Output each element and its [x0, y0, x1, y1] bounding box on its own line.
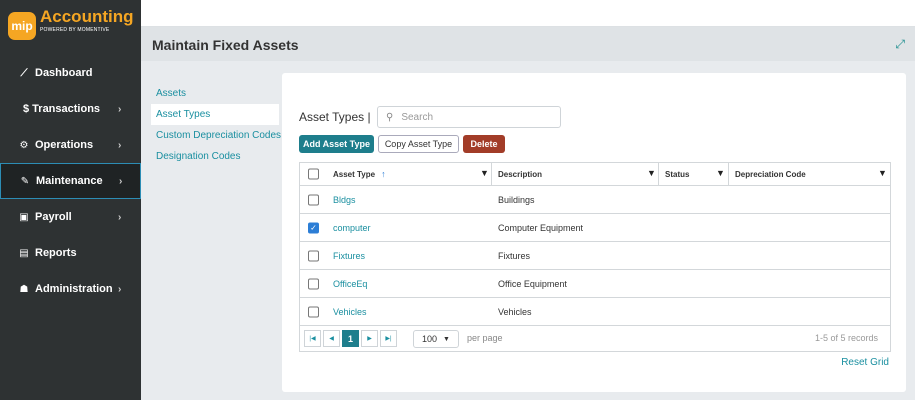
- description-cell: Buildings: [498, 194, 535, 205]
- sidebar-item-label: Reports: [35, 247, 77, 259]
- app-logo[interactable]: mip Accounting POWERED BY MOMENTIVE: [0, 0, 141, 55]
- records-count: 1-5 of 5 records: [814, 333, 878, 343]
- column-divider: [658, 163, 659, 185]
- table-row[interactable]: ✓ computer Computer Equipment: [300, 214, 890, 242]
- sidebar-item-dashboard[interactable]: ⟋ Dashboard: [0, 55, 141, 91]
- filter-icon[interactable]: ▼: [716, 168, 725, 178]
- table-row[interactable]: Bldgs Buildings: [300, 186, 890, 214]
- subnav-item-assets[interactable]: Assets: [151, 83, 279, 104]
- filter-icon[interactable]: ▼: [480, 168, 489, 178]
- asset-type-link[interactable]: computer: [333, 214, 371, 241]
- logo-badge: mip: [8, 12, 36, 40]
- add-asset-type-button[interactable]: Add Asset Type: [299, 135, 374, 153]
- table-row[interactable]: OfficeEq Office Equipment: [300, 270, 890, 298]
- chevron-right-icon: ›: [118, 211, 122, 223]
- subnav-item-designation-codes[interactable]: Designation Codes: [151, 146, 279, 167]
- filter-icon[interactable]: ▼: [647, 168, 656, 178]
- select-all-checkbox[interactable]: [308, 168, 319, 180]
- sidebar: mip Accounting POWERED BY MOMENTIVE ⟋ Das…: [0, 0, 141, 400]
- subnav-item-custom-depreciation-codes[interactable]: Custom Depreciation Codes: [151, 125, 281, 146]
- column-divider: [728, 163, 729, 185]
- report-icon: ▤: [19, 247, 29, 259]
- table-row[interactable]: Vehicles Vehicles: [300, 298, 890, 326]
- description-cell: Fixtures: [498, 250, 531, 261]
- row-checkbox[interactable]: [308, 306, 319, 317]
- asset-type-link[interactable]: OfficeEq: [333, 270, 367, 297]
- last-page-icon[interactable]: ▶|: [380, 330, 397, 347]
- row-checkbox[interactable]: [308, 194, 319, 205]
- logo-text: Accounting POWERED BY MOMENTIVE: [40, 7, 134, 34]
- chevron-right-icon: ›: [118, 283, 122, 295]
- description-cell: Office Equipment: [498, 278, 567, 289]
- prev-page-icon[interactable]: ◀: [323, 330, 340, 347]
- reset-grid-link[interactable]: Reset Grid: [841, 357, 889, 368]
- subnav: Assets Asset Types Custom Depreciation C…: [151, 83, 281, 167]
- description-cell: Vehicles: [498, 306, 532, 317]
- sidebar-item-label: $ Transactions: [23, 103, 101, 115]
- row-checkbox[interactable]: [308, 250, 319, 261]
- asset-type-link[interactable]: Vehicles: [333, 298, 367, 325]
- gears-icon: ⚙: [19, 139, 29, 151]
- section-title: Asset Types |: [299, 110, 371, 124]
- column-divider: [491, 163, 492, 185]
- main-card: Asset Types | ⚲ Add Asset Type Copy Asse…: [282, 73, 906, 392]
- page-size-value: 100: [422, 334, 438, 344]
- col-header-asset-type-label: Asset Type: [333, 169, 376, 179]
- delete-button[interactable]: Delete: [463, 135, 505, 153]
- subnav-item-asset-types[interactable]: Asset Types: [151, 104, 279, 125]
- sidebar-item-administration[interactable]: ☗ Administration ›: [0, 271, 141, 307]
- col-header-description[interactable]: Description: [498, 163, 542, 185]
- sidebar-item-label: Administration: [35, 283, 113, 295]
- first-page-icon[interactable]: |◀: [304, 330, 321, 347]
- sidebar-nav: ⟋ Dashboard $ Transactions › ⚙ Operations › ✎ Ma…: [0, 55, 141, 307]
- sidebar-item-label: Dashboard: [35, 67, 93, 79]
- search-icon: ⚲: [386, 111, 394, 123]
- next-page-icon[interactable]: ▶: [361, 330, 378, 347]
- page-title: Maintain Fixed Assets: [152, 37, 299, 53]
- chevron-right-icon: ›: [118, 103, 122, 115]
- table-row[interactable]: Fixtures Fixtures: [300, 242, 890, 270]
- wrench-icon: ✎: [20, 175, 30, 187]
- description-cell: Computer Equipment: [498, 222, 584, 233]
- pager: |◀ ◀ 1 ▶ ▶| 100 ▼ per page 1-5 of 5 reco…: [300, 326, 890, 351]
- sidebar-item-label: Operations: [35, 139, 94, 151]
- sidebar-item-maintenance[interactable]: ✎ Maintenance ›: [0, 163, 141, 199]
- row-checkbox[interactable]: [308, 278, 319, 289]
- col-header-depreciation-code[interactable]: Depreciation Code: [735, 163, 806, 185]
- asset-type-link[interactable]: Bldgs: [333, 186, 356, 213]
- sidebar-item-transactions[interactable]: $ Transactions ›: [0, 91, 141, 127]
- sort-ascending-icon[interactable]: ↑: [381, 169, 386, 179]
- sidebar-item-label: Payroll: [35, 211, 72, 223]
- col-header-asset-type[interactable]: Asset Type ↑: [333, 163, 386, 185]
- col-header-status[interactable]: Status: [665, 163, 689, 185]
- money-icon: ▣: [19, 211, 29, 223]
- page-size-select[interactable]: 100 ▼: [413, 330, 459, 348]
- logo-title: Accounting: [40, 7, 134, 26]
- search-input[interactable]: [401, 111, 552, 123]
- chevron-right-icon: ›: [119, 175, 123, 187]
- users-icon: ☗: [19, 283, 29, 295]
- grid-header: Asset Type ↑ ▼ Description ▼ Status ▼ De…: [300, 163, 890, 186]
- page-number-button[interactable]: 1: [342, 330, 359, 347]
- asset-type-link[interactable]: Fixtures: [333, 242, 365, 269]
- row-checkbox[interactable]: ✓: [308, 222, 319, 233]
- sidebar-item-reports[interactable]: ▤ Reports: [0, 235, 141, 271]
- filter-icon[interactable]: ▼: [878, 168, 887, 178]
- grid-body: Bldgs Buildings ✓ computer Computer Equipmen…: [300, 186, 890, 326]
- top-bar: [141, 0, 915, 27]
- copy-asset-type-button[interactable]: Copy Asset Type: [378, 135, 459, 153]
- per-page-label: per page: [467, 333, 503, 343]
- sidebar-item-operations[interactable]: ⚙ Operations ›: [0, 127, 141, 163]
- chevron-right-icon: ›: [118, 139, 122, 151]
- asset-types-grid: Asset Type ↑ ▼ Description ▼ Status ▼ De…: [299, 162, 891, 352]
- expand-icon[interactable]: ⤢: [895, 37, 905, 52]
- sidebar-item-payroll[interactable]: ▣ Payroll ›: [0, 199, 141, 235]
- sidebar-item-label: Maintenance: [36, 175, 103, 187]
- chevron-down-icon: ▼: [443, 335, 450, 343]
- search-box[interactable]: ⚲: [377, 106, 561, 128]
- title-bar: Maintain Fixed Assets ⤢: [141, 27, 915, 61]
- logo-subtitle: POWERED BY MOMENTIVE: [40, 27, 110, 33]
- chart-line-icon: ⟋: [20, 67, 28, 79]
